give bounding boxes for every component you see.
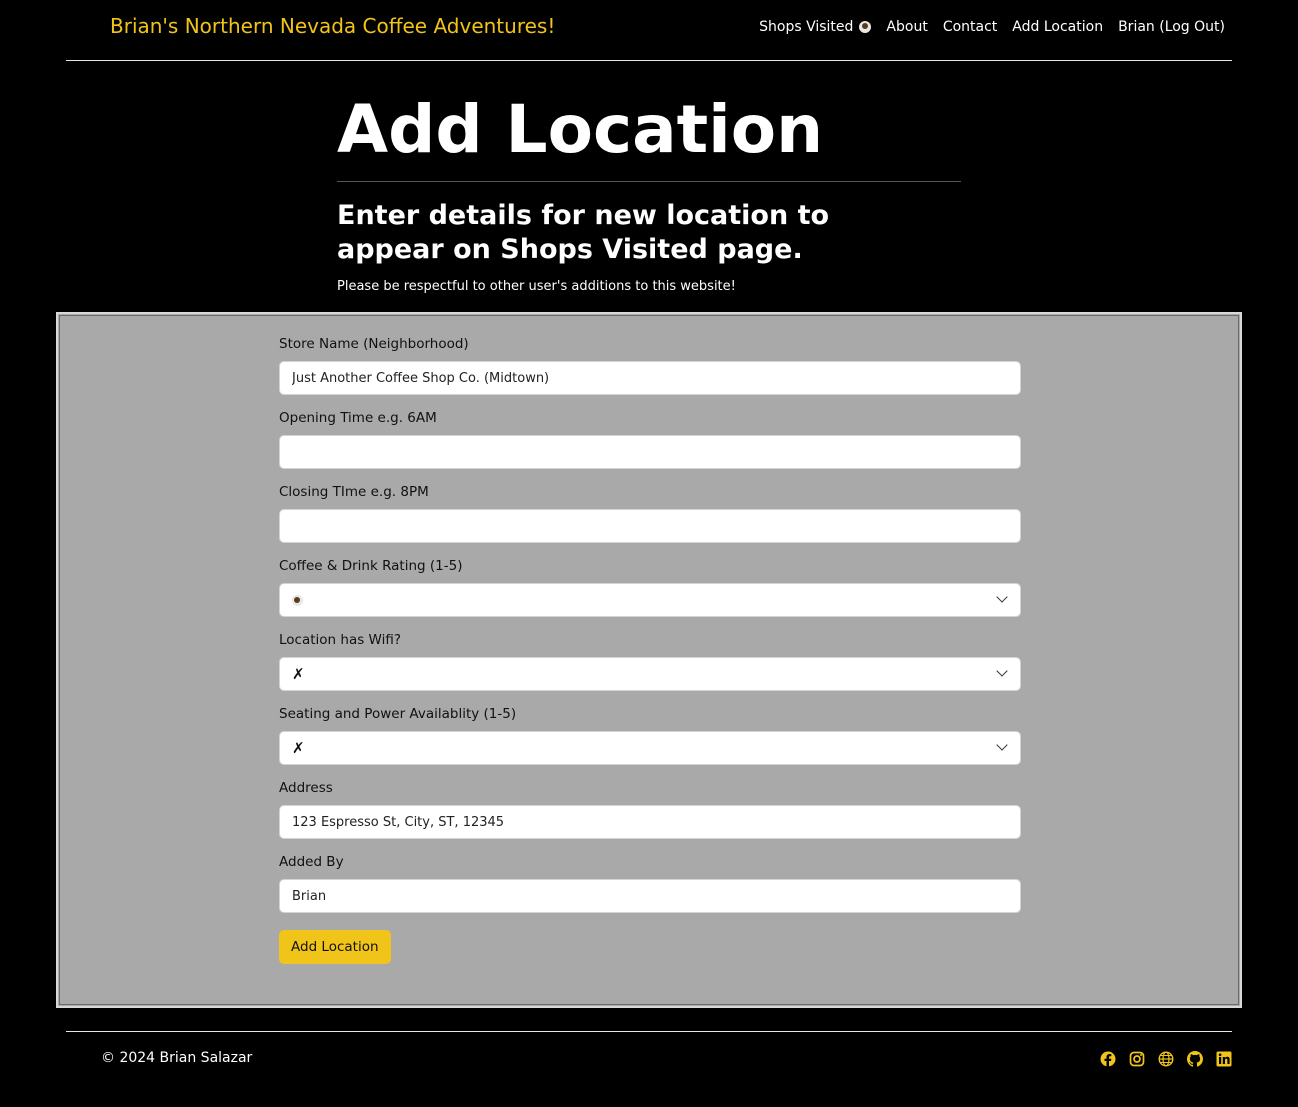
page-title: Add Location	[337, 91, 824, 168]
coffee-cup-icon	[859, 21, 872, 33]
wifi-selected-value: ✗	[292, 665, 305, 683]
add-location-button[interactable]: Add Location	[279, 930, 391, 964]
added-by-input[interactable]	[279, 879, 1021, 913]
closing-time-group: Closing TIme e.g. 8PM	[279, 484, 1021, 543]
linkedin-icon[interactable]	[1216, 1051, 1232, 1067]
opening-time-label: Opening Time e.g. 6AM	[279, 410, 437, 426]
added-by-group: Added By	[279, 854, 1021, 913]
page-note: Please be respectful to other user's add…	[337, 279, 736, 294]
chevron-down-icon	[996, 665, 1008, 677]
title-divider	[337, 181, 961, 182]
main-nav: Shops Visited About Contact Add Location…	[759, 19, 1225, 35]
seating-group: Seating and Power Availablity (1-5) ✗	[279, 706, 1021, 765]
coffee-rating-group: Coffee & Drink Rating (1-5)	[279, 558, 1021, 617]
page-subtitle: Enter details for new location to appear…	[337, 200, 830, 265]
brand-link[interactable]: Brian's Northern Nevada Coffee Adventure…	[110, 14, 555, 38]
nav-logout[interactable]: Brian (Log Out)	[1118, 19, 1225, 35]
add-location-form-panel: Store Name (Neighborhood) Opening Time e…	[56, 312, 1242, 1008]
footer-divider	[66, 1031, 1232, 1032]
copyright: © 2024 Brian Salazar	[101, 1050, 253, 1066]
wifi-select[interactable]: ✗	[279, 657, 1021, 691]
store-name-group: Store Name (Neighborhood)	[279, 336, 1021, 395]
address-group: Address	[279, 780, 1021, 839]
chevron-down-icon	[996, 739, 1008, 751]
wifi-label: Location has Wifi?	[279, 632, 402, 648]
nav-about[interactable]: About	[886, 19, 927, 35]
seating-label: Seating and Power Availablity (1-5)	[279, 706, 517, 722]
github-icon[interactable]	[1187, 1051, 1203, 1067]
nav-contact[interactable]: Contact	[943, 19, 997, 35]
page-header: Add Location Enter details for new locat…	[337, 90, 961, 294]
address-label: Address	[279, 780, 333, 796]
closing-time-input[interactable]	[279, 509, 1021, 543]
store-name-input[interactable]	[279, 361, 1021, 395]
seating-selected-value: ✗	[292, 739, 305, 757]
address-input[interactable]	[279, 805, 1021, 839]
wifi-group: Location has Wifi? ✗	[279, 632, 1021, 691]
nav-add-location[interactable]: Add Location	[1012, 19, 1103, 35]
opening-time-input[interactable]	[279, 435, 1021, 469]
coffee-rating-select[interactable]	[279, 583, 1021, 617]
coffee-rating-label: Coffee & Drink Rating (1-5)	[279, 558, 463, 574]
coffee-cup-icon	[292, 594, 303, 606]
nav-shops-visited-label: Shops Visited	[759, 19, 854, 35]
navbar: Brian's Northern Nevada Coffee Adventure…	[66, 0, 1232, 61]
added-by-label: Added By	[279, 854, 344, 870]
opening-time-group: Opening Time e.g. 6AM	[279, 410, 1021, 469]
instagram-icon[interactable]	[1129, 1051, 1145, 1067]
chevron-down-icon	[996, 591, 1008, 603]
closing-time-label: Closing TIme e.g. 8PM	[279, 484, 429, 500]
nav-shops-visited[interactable]: Shops Visited	[759, 19, 872, 35]
seating-select[interactable]: ✗	[279, 731, 1021, 765]
facebook-icon[interactable]	[1100, 1051, 1116, 1067]
store-name-label: Store Name (Neighborhood)	[279, 336, 469, 352]
social-links	[1100, 1051, 1232, 1067]
add-location-form: Store Name (Neighborhood) Opening Time e…	[279, 336, 1021, 964]
globe-icon[interactable]	[1158, 1051, 1174, 1067]
